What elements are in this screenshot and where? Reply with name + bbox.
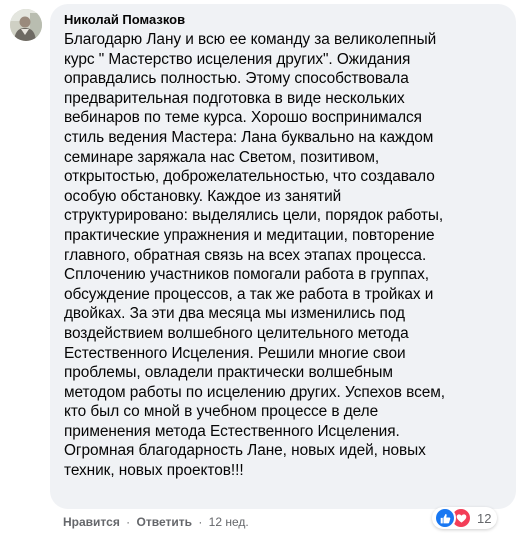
separator: · xyxy=(126,515,131,529)
avatar-photo xyxy=(10,9,42,41)
comment-text: Благодарю Лану и всю ее команду за велик… xyxy=(64,31,445,480)
reply-button[interactable]: Ответить xyxy=(137,515,192,529)
comment-actions: Нравится · Ответить · 12 нед. xyxy=(63,514,249,530)
like-icon xyxy=(434,507,456,529)
separator: · xyxy=(198,515,203,529)
like-button[interactable]: Нравится xyxy=(63,515,120,529)
reactions-summary[interactable]: 12 xyxy=(432,507,498,529)
timestamp[interactable]: 12 нед. xyxy=(209,515,249,529)
comment: Николай Помазков Благодарю Лану и всю ее… xyxy=(0,0,527,537)
reaction-count: 12 xyxy=(477,510,492,526)
author-name[interactable]: Николай Помазков xyxy=(64,12,504,28)
comment-bubble: Николай Помазков Благодарю Лану и всю ее… xyxy=(50,4,516,509)
avatar[interactable] xyxy=(10,9,42,41)
